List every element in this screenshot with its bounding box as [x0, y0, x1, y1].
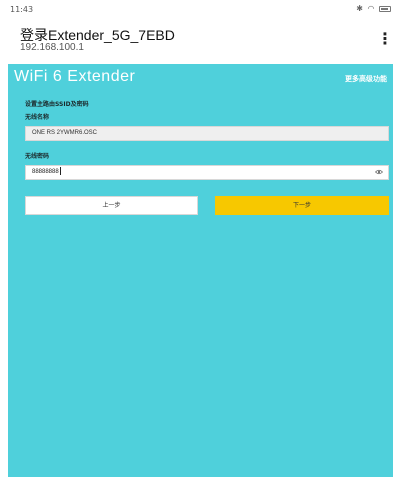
previous-step-button[interactable]: 上一步: [25, 196, 198, 215]
section-title: 设置主路由SSID及密码: [25, 101, 89, 108]
status-bar: 11:43 ✱ ◠: [0, 0, 399, 18]
more-menu-button[interactable]: ⋮: [377, 30, 393, 48]
advanced-features-link[interactable]: 更多高级功能: [345, 74, 387, 84]
password-label: 无线密码: [25, 153, 50, 160]
app-header: 登录Extender_5G_7EBD 192.168.100.1 ⋮: [0, 18, 399, 62]
password-input[interactable]: 88888888: [25, 165, 389, 180]
next-step-button[interactable]: 下一步: [215, 196, 389, 215]
wifi-icon: ◠: [367, 4, 376, 13]
show-password-icon[interactable]: [375, 169, 383, 175]
ssid-label: 无线名称: [25, 114, 50, 121]
status-icons: ✱ ◠: [356, 4, 391, 13]
page-url: 192.168.100.1: [20, 42, 84, 53]
status-time: 11:43: [10, 5, 34, 14]
text-caret: [59, 167, 61, 176]
battery-icon: [379, 5, 391, 12]
bluetooth-icon: ✱: [356, 4, 364, 13]
setup-panel: WiFi 6 Extender 更多高级功能 设置主路由SSID及密码 无线名称…: [8, 64, 393, 477]
password-value: 88888888: [32, 169, 59, 175]
ssid-input[interactable]: ONE RS 2YWMR6.OSC: [25, 126, 389, 141]
brand-title: WiFi 6 Extender: [14, 68, 136, 85]
